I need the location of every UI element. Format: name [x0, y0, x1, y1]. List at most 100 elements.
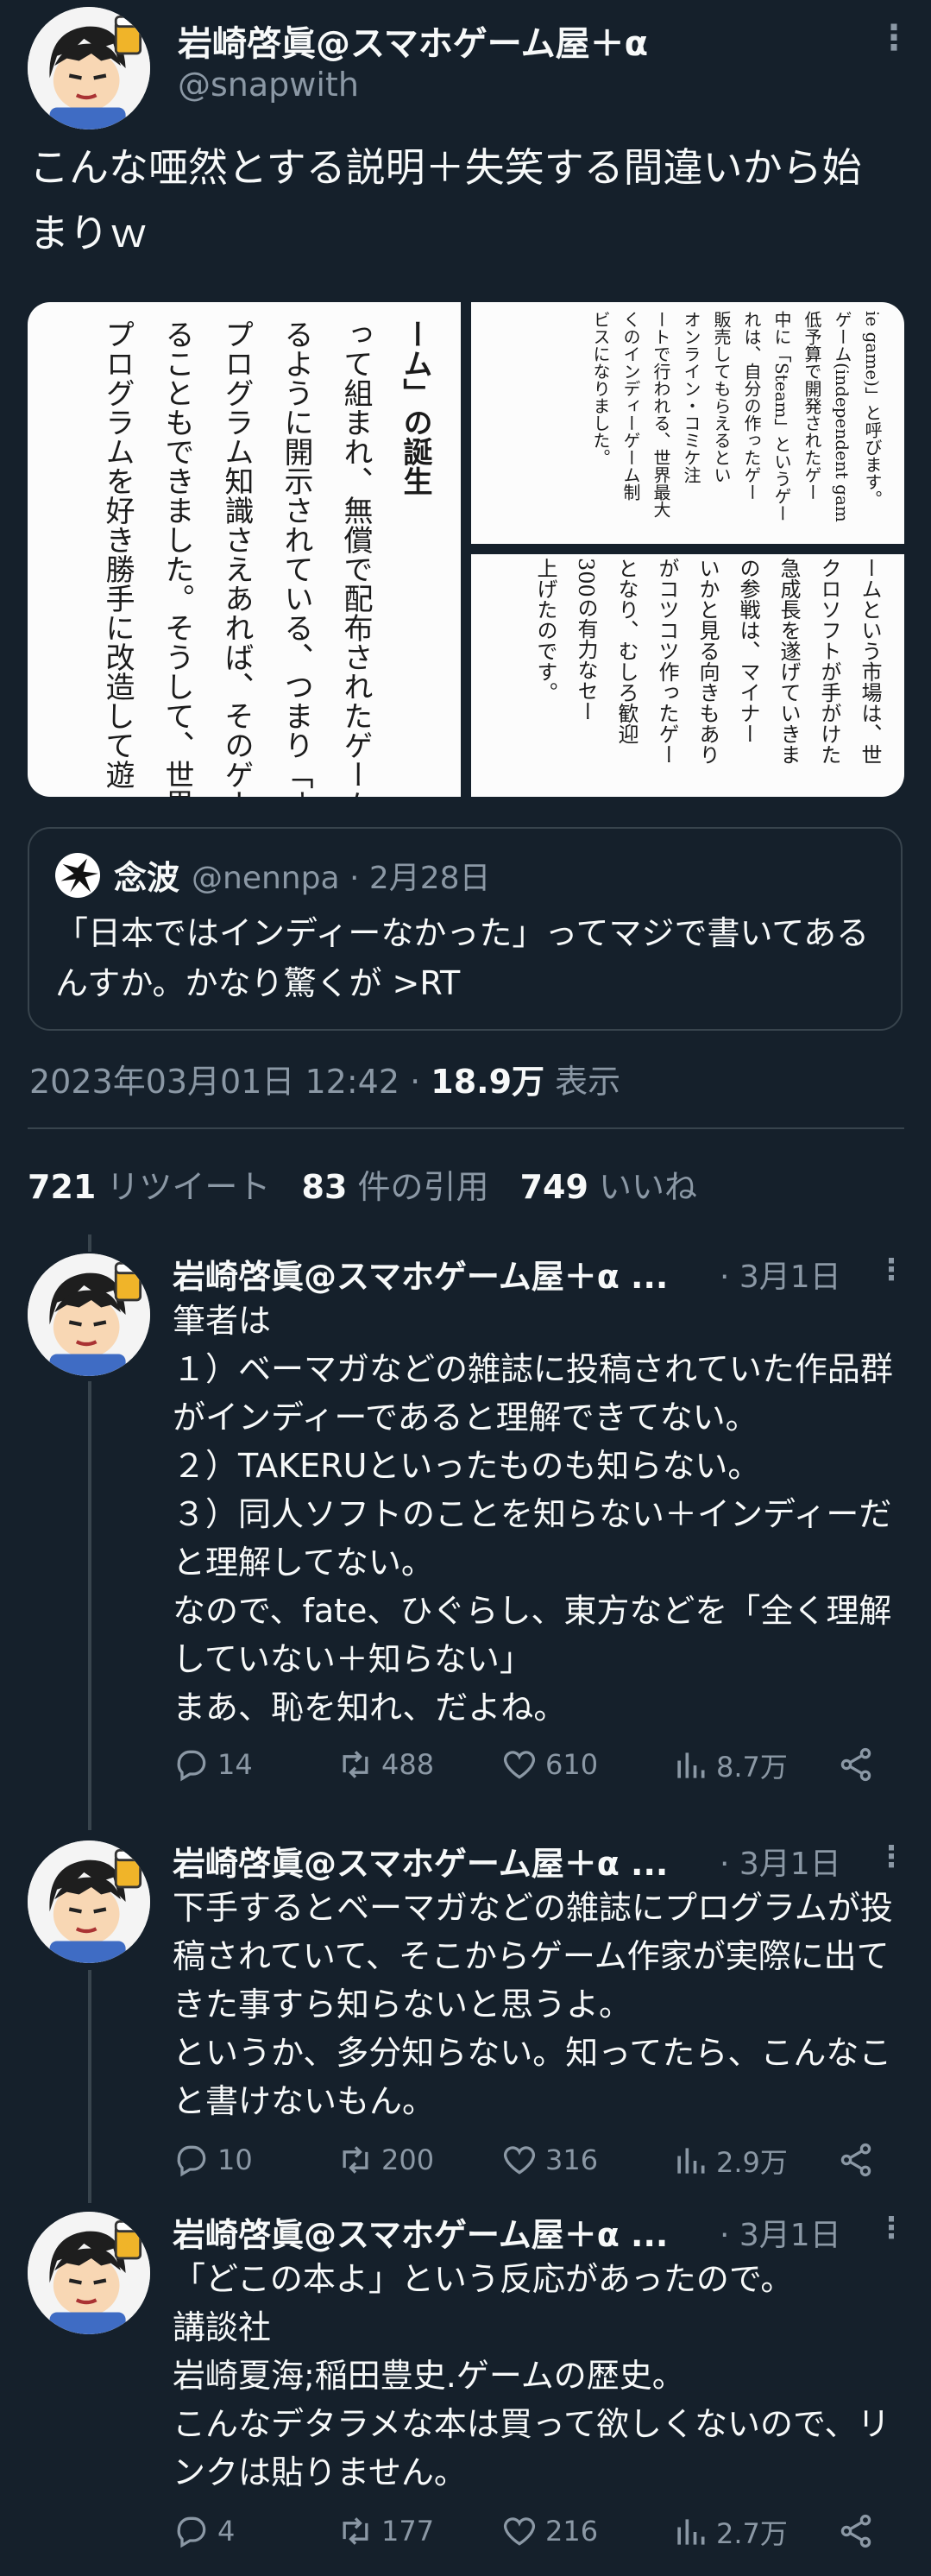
media-grid[interactable]: ーム」の誕生 って組まれ、無償で配布されたゲームの るように開示されている、つまり「…	[28, 302, 904, 797]
more-vertical-icon[interactable]: ⋮	[877, 1255, 906, 1285]
reply-author-name[interactable]: 岩崎啓眞@スマホゲーム屋＋α ...	[173, 1837, 699, 1885]
reply-text: 「どこの本よ」という反応があったので。 講談社 岩崎夏海;稲田豊史.ゲームの歴史…	[173, 2260, 890, 2491]
retweet-button[interactable]: 488	[337, 1746, 434, 1784]
quoted-meta: @nennpa · 2月28日	[192, 861, 491, 896]
book-text-column: ーム」の誕生	[398, 319, 432, 496]
reply-button[interactable]: 10	[173, 2141, 253, 2179]
reply-text: 筆者は １）ベーマガなどの雑誌に投稿されていた作品群がインディーであると理解でき…	[173, 1302, 893, 1727]
views-icon	[671, 2142, 709, 2180]
tweet-text: こんな唖然とする説明＋失笑する間違いから始まりｗ	[29, 144, 862, 256]
thread-line	[88, 1234, 91, 1252]
book-text-column: がコツコツ作ったゲー	[655, 558, 679, 765]
reply-actions: 10 200 316 2.9万	[173, 2141, 897, 2184]
book-text-column: 低予算で開発されたゲー	[802, 311, 822, 501]
media-image-left[interactable]: ーム」の誕生 って組まれ、無償で配布されたゲームの るように開示されている、つまり「…	[28, 302, 461, 797]
media-image-top-right[interactable]: ie game)」と呼びます。 ゲーム(independent gam 低予算で開発…	[471, 302, 904, 544]
views-count: 18.9万	[431, 1063, 545, 1101]
share-icon	[837, 1746, 875, 1784]
author-avatar[interactable]	[28, 7, 150, 129]
quoted-author-avatar[interactable]	[55, 853, 100, 898]
share-icon	[837, 2141, 875, 2179]
views-icon	[671, 2513, 709, 2551]
book-text-column: 300の有力なセー	[574, 558, 598, 722]
engagement-stats: 721 リツイート 83 件の引用 749 いいね	[28, 1160, 697, 1208]
book-text-column: 中に「Steam」というゲー	[771, 311, 792, 522]
book-text-column: って組まれ、無償で配布されたゲームの	[338, 319, 373, 797]
reply-date[interactable]: · 3月1日	[720, 2210, 841, 2255]
book-text-column: れは、自分の作ったゲー	[741, 311, 762, 501]
book-text-column: ie game)」と呼びます。	[862, 311, 883, 508]
book-text-column: 上げたのです。	[533, 558, 557, 703]
book-text-column: プログラムを好き勝手に改造して遊	[100, 319, 135, 789]
views-icon	[671, 1746, 709, 1784]
heart-icon	[500, 2512, 538, 2550]
heart-icon	[500, 2141, 538, 2179]
reply-avatar[interactable]	[28, 1253, 150, 1376]
book-text-column: プログラム知識さえあれば、そのゲー	[219, 319, 254, 797]
quoted-author-name[interactable]: 念波	[114, 851, 179, 899]
book-text-column: ートで行われる、世界最大	[651, 311, 671, 518]
share-icon	[837, 2512, 875, 2550]
reply-date[interactable]: · 3月1日	[720, 1252, 841, 1297]
book-text-column: ームという市場は、世	[858, 558, 882, 765]
views-button[interactable]: 2.9万	[671, 2141, 788, 2181]
heart-icon	[500, 1746, 538, 1784]
share-button[interactable]	[837, 1746, 875, 1784]
reply-button[interactable]: 4	[173, 2512, 235, 2550]
reply-tweet[interactable]: 岩崎啓眞@スマホゲーム屋＋α ... · 3月1日 ⋮ 下手するとベーマガなどの…	[0, 1837, 931, 2200]
reply-avatar[interactable]	[28, 2212, 150, 2334]
book-text-column: 販売してもらえるとい	[711, 311, 732, 483]
reply-tweet[interactable]: 岩崎啓眞@スマホゲーム屋＋α ... · 3月1日 ⋮ 筆者は １）ベーマガなど…	[0, 1250, 931, 1803]
retweet-icon	[337, 1746, 374, 1784]
reply-actions: 14 488 610 8.7万	[173, 1746, 897, 1789]
reply-icon	[173, 1746, 211, 1784]
reply-actions: 4 177 216 2.7万	[173, 2512, 897, 2555]
reply-avatar[interactable]	[28, 1840, 150, 1963]
quoted-text: 「日本ではインディーなかった」ってマジで書いてあるんすか。かなり驚くが >RT	[55, 914, 870, 1002]
author-handle[interactable]: @snapwith	[178, 66, 359, 104]
views-label: 表示	[544, 1063, 621, 1101]
views-button[interactable]: 8.7万	[671, 1746, 788, 1785]
reply-date[interactable]: · 3月1日	[720, 1839, 841, 1884]
tweet-detail-page: 岩崎啓眞@スマホゲーム屋＋α @snapwith ⋮ こんな唖然とする説明＋失笑…	[0, 0, 931, 2576]
tweet-header: 岩崎啓眞@スマホゲーム屋＋α @snapwith ⋮	[0, 0, 931, 147]
reply-author-name[interactable]: 岩崎啓眞@スマホゲーム屋＋α ...	[173, 1250, 699, 1297]
book-text-column: るように開示されている、つまり「オープ	[279, 319, 313, 797]
more-vertical-icon[interactable]: ⋮	[877, 2213, 906, 2243]
like-button[interactable]: 316	[500, 2141, 598, 2179]
timestamp-text[interactable]: 2023年03月01日 12:42 ·	[29, 1063, 431, 1101]
reply-author-name[interactable]: 岩崎啓眞@スマホゲーム屋＋α ...	[173, 2208, 699, 2256]
retweet-button[interactable]: 177	[337, 2512, 434, 2550]
quoted-tweet[interactable]: 念波 @nennpa · 2月28日 「日本ではインディーなかった」ってマジで書…	[28, 827, 903, 1031]
retweet-button[interactable]: 200	[337, 2141, 434, 2179]
divider	[28, 1127, 904, 1129]
like-button[interactable]: 610	[500, 1746, 598, 1784]
retweet-icon	[337, 2512, 374, 2550]
book-text-column: 急成長を遂げていきま	[777, 558, 801, 765]
reply-icon	[173, 2141, 211, 2179]
book-text-column: いかと見る向きもあり	[695, 558, 720, 765]
more-vertical-icon[interactable]: ⋮	[877, 1842, 906, 1872]
tweet-timestamp: 2023年03月01日 12:42 · 18.9万 表示	[29, 1055, 620, 1102]
retweets-stat[interactable]: 721 リツイート	[28, 1168, 270, 1206]
reply-icon	[173, 2512, 211, 2550]
book-text-column: ビスになりました。	[590, 311, 611, 466]
quotes-stat[interactable]: 83 件の引用	[302, 1168, 489, 1206]
more-vertical-icon[interactable]: ⋮	[877, 21, 911, 55]
book-text-column: くのインディーゲーム制	[620, 311, 641, 501]
reply-text: 下手するとベーマガなどの雑誌にプログラムが投稿されていて、そこからゲーム作家が実…	[173, 1889, 893, 2120]
author-name[interactable]: 岩崎啓眞@スマホゲーム屋＋α	[178, 16, 648, 66]
book-text-column: ることもできました。そうして、世界中	[160, 319, 194, 797]
likes-stat[interactable]: 749 いいね	[520, 1168, 697, 1206]
book-text-column: クロソフトが手がけた	[817, 558, 841, 765]
share-button[interactable]	[837, 2141, 875, 2179]
reply-button[interactable]: 14	[173, 1746, 253, 1784]
like-button[interactable]: 216	[500, 2512, 598, 2550]
reply-tweet[interactable]: 岩崎啓眞@スマホゲーム屋＋α ... · 3月1日 ⋮ 「どこの本よ」という反応…	[0, 2208, 931, 2571]
views-button[interactable]: 2.7万	[671, 2512, 788, 2552]
book-text-column: となり、むしろ歓迎	[614, 558, 638, 744]
retweet-icon	[337, 2141, 374, 2179]
share-button[interactable]	[837, 2512, 875, 2550]
media-image-bottom-right[interactable]: ームという市場は、世 クロソフトが手がけた 急成長を遂げていきま の参戦は、マイナーい…	[471, 554, 904, 797]
book-text-column: の参戦は、マイナー	[736, 558, 760, 744]
